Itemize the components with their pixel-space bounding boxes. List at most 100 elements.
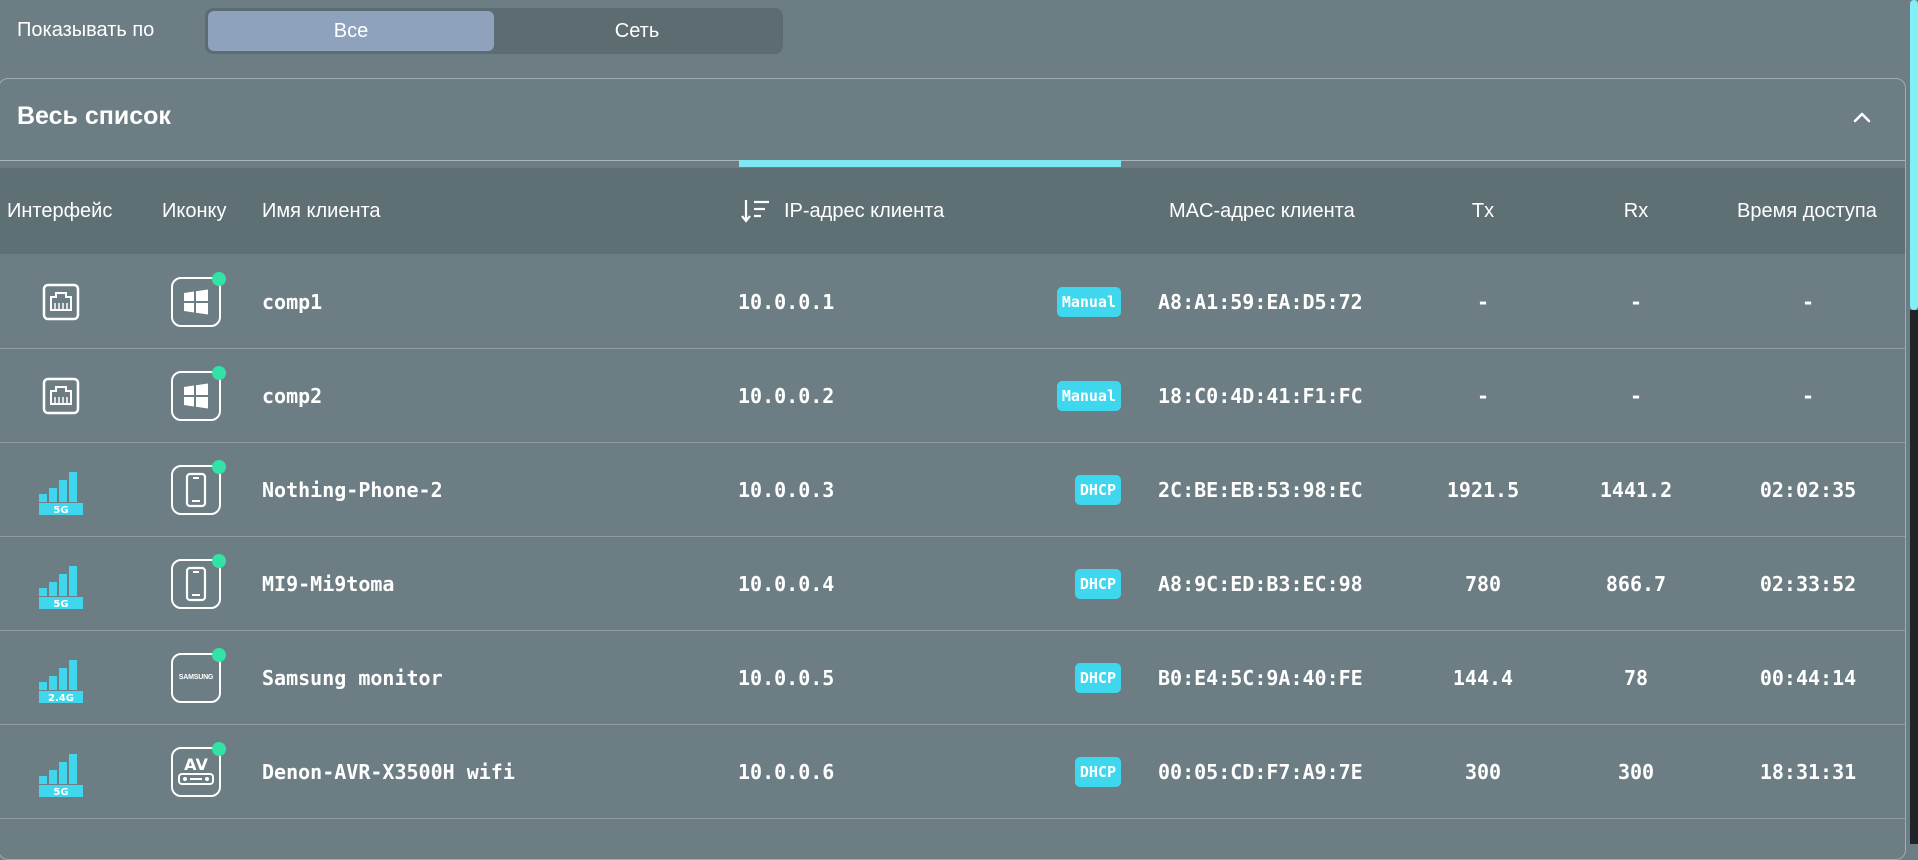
rx-cell: -: [1576, 349, 1696, 442]
chevron-up-icon[interactable]: [1850, 106, 1874, 130]
client-name[interactable]: Nothing-Phone-2: [262, 478, 443, 502]
tx-cell: 1921.5: [1423, 443, 1543, 536]
phone-icon: [185, 472, 207, 507]
samsung-icon: SAMSUNG: [178, 674, 214, 681]
client-rx: -: [1629, 383, 1643, 408]
device-icon-button[interactable]: SAMSUNG: [171, 647, 226, 703]
filter-all-button[interactable]: Все: [208, 11, 494, 51]
ip-type-badge: DHCP: [1074, 662, 1121, 693]
access-time-cell: 00:44:14: [1748, 631, 1868, 724]
device-icon-button[interactable]: AV: [171, 741, 226, 797]
wifi-band-label: 5G: [53, 787, 68, 798]
client-row-1[interactable]: comp1 10.0.0.1 Manual A8:A1:59:EA:D5:72 …: [0, 255, 1905, 349]
client-access-time: -: [1801, 383, 1815, 408]
client-rx: 300: [1617, 759, 1655, 784]
client-tx: -: [1476, 289, 1490, 314]
access-time-cell: -: [1748, 255, 1868, 348]
client-tx: 300: [1464, 759, 1502, 784]
sort-descending-icon: [741, 200, 769, 223]
client-name[interactable]: Samsung monitor: [262, 666, 443, 690]
client-ip: 10.0.0.5: [738, 665, 835, 690]
interface-cell: [25, 255, 97, 348]
mac-cell: 2C:BE:EB:53:98:EC: [1158, 443, 1363, 536]
tx-cell: -: [1423, 349, 1543, 442]
rx-cell: -: [1576, 255, 1696, 348]
device-icon-cell: [160, 443, 232, 536]
column-header-interface[interactable]: Интерфейс: [7, 168, 112, 254]
device-icon-button[interactable]: [171, 365, 226, 421]
column-header-tx[interactable]: Tx: [1423, 168, 1543, 254]
client-mac: A8:9C:ED:B3:EC:98: [1158, 571, 1363, 596]
online-status-dot: [212, 741, 226, 756]
client-mac: 2C:BE:EB:53:98:EC: [1158, 477, 1363, 502]
ip-cell: 10.0.0.2: [738, 349, 834, 442]
column-header-ip[interactable]: IP-адрес клиента: [740, 168, 944, 254]
tx-cell: 144.4: [1423, 631, 1543, 724]
client-row-6[interactable]: 5G AV Denon-AVR-X3500H wifi 10.0.0.6 DHC…: [0, 725, 1905, 819]
wifi-signal-icon: 5G: [39, 753, 83, 798]
table-header: Интерфейс Иконку Имя клиента IP-адрес кл…: [0, 168, 1905, 254]
client-tx: 780: [1464, 571, 1502, 596]
client-name-cell: MI9-Mi9toma: [262, 537, 394, 630]
device-icon-cell: [160, 537, 232, 630]
filter-network-button[interactable]: Сеть: [494, 11, 780, 51]
online-status-dot: [212, 647, 226, 662]
client-name-cell: Denon-AVR-X3500H wifi: [262, 725, 515, 818]
wifi-band-label: 5G: [53, 599, 68, 610]
ip-type-cell: Manual: [1010, 349, 1121, 442]
scrollbar-track[interactable]: [1910, 310, 1918, 844]
client-access-time: 00:44:14: [1759, 665, 1857, 690]
client-name[interactable]: comp1: [262, 290, 322, 314]
client-tx: 144.4: [1452, 665, 1514, 690]
ip-cell: 10.0.0.5: [738, 631, 834, 724]
online-status-dot: [212, 553, 226, 568]
column-header-access-time[interactable]: Время доступа: [1737, 168, 1877, 254]
client-name-cell: Nothing-Phone-2: [262, 443, 443, 536]
client-row-3[interactable]: 5G Nothing-Phone-2 10.0.0.3 DHCP 2C:BE:E…: [0, 443, 1905, 537]
interface-cell: 5G: [25, 537, 97, 630]
scrollbar-thumb[interactable]: [1910, 0, 1918, 310]
column-header-client-name[interactable]: Имя клиента: [262, 168, 381, 254]
client-name-cell: comp2: [262, 349, 322, 442]
client-row-5[interactable]: 2.4G SAMSUNG Samsung monitor 10.0.0.5 DH…: [0, 631, 1905, 725]
column-header-mac[interactable]: MAC-адрес клиента: [1169, 168, 1355, 254]
panel-title: Весь список: [17, 102, 171, 130]
ethernet-icon: [42, 377, 80, 414]
device-icon-cell: [160, 255, 232, 348]
client-name[interactable]: MI9-Mi9toma: [262, 572, 394, 596]
client-row-2[interactable]: comp2 10.0.0.2 Manual 18:C0:4D:41:F1:FC …: [0, 349, 1905, 443]
filter-segmented-control: Все Сеть: [205, 8, 783, 54]
ip-type-cell: DHCP: [1010, 725, 1121, 818]
client-row-4[interactable]: 5G MI9-Mi9toma 10.0.0.4 DHCP A8:9C:ED:B3…: [0, 537, 1905, 631]
client-access-time: 02:33:52: [1759, 571, 1857, 596]
client-rx: 1441.2: [1599, 477, 1673, 502]
online-status-dot: [212, 365, 226, 380]
client-access-time: 02:02:35: [1759, 477, 1857, 502]
device-icon-button[interactable]: [171, 271, 226, 327]
client-mac: A8:A1:59:EA:D5:72: [1158, 289, 1363, 314]
device-icon-button[interactable]: [171, 553, 226, 609]
device-icon-button[interactable]: [171, 459, 226, 515]
client-mac: B0:E4:5C:9A:40:FE: [1158, 665, 1363, 690]
mac-cell: A8:A1:59:EA:D5:72: [1158, 255, 1363, 348]
client-tx: -: [1476, 383, 1490, 408]
ip-cell: 10.0.0.4: [738, 537, 834, 630]
ip-type-badge: DHCP: [1074, 756, 1121, 787]
mac-cell: 00:05:CD:F7:A9:7E: [1158, 725, 1363, 818]
ip-type-badge: DHCP: [1074, 474, 1121, 505]
column-header-icon[interactable]: Иконку: [162, 168, 227, 254]
column-header-ip-label: IP-адрес клиента: [784, 199, 945, 222]
show-by-label: Показывать по: [17, 19, 155, 41]
client-name[interactable]: Denon-AVR-X3500H wifi: [262, 760, 515, 784]
client-access-time: -: [1801, 289, 1815, 314]
ip-type-badge: Manual: [1056, 286, 1121, 317]
mac-cell: 18:C0:4D:41:F1:FC: [1158, 349, 1363, 442]
client-access-time: 18:31:31: [1759, 759, 1857, 784]
client-ip: 10.0.0.3: [738, 477, 835, 502]
device-icon-cell: AV: [160, 725, 232, 818]
device-icon-text: AV: [184, 755, 208, 774]
column-header-rx[interactable]: Rx: [1576, 168, 1696, 254]
ip-cell: 10.0.0.1: [738, 255, 834, 348]
client-name[interactable]: comp2: [262, 384, 322, 408]
tx-cell: -: [1423, 255, 1543, 348]
